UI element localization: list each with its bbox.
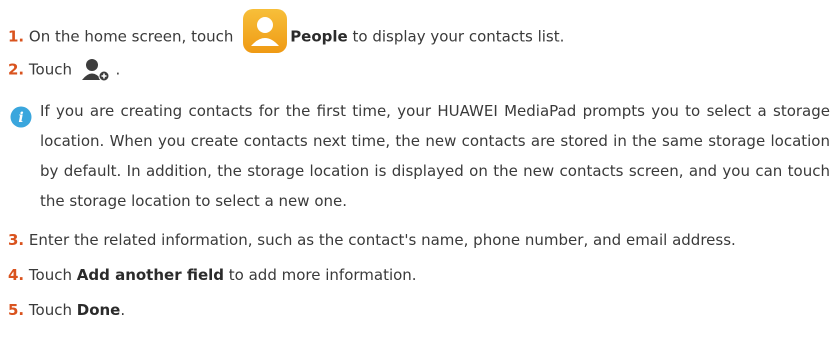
step-bold-label: Add another field <box>76 266 224 284</box>
step-1: 1. On the home screen, touch People to d… <box>8 9 565 60</box>
step-number: 5. <box>8 301 25 319</box>
step-number: 1. <box>8 27 25 46</box>
step-bold-label: Done <box>76 301 121 319</box>
step-text-after: to display your contacts list. <box>352 27 565 46</box>
svg-text:i: i <box>18 110 23 126</box>
step-5: 5. Touch Done. <box>8 300 125 320</box>
step-text-after: . <box>120 301 126 319</box>
step-number: 4. <box>8 266 25 284</box>
info-icon: i <box>10 106 32 128</box>
step-text: Enter the related information, such as t… <box>28 231 736 249</box>
step-text: Touch <box>28 60 72 79</box>
note-text: If you are creating contacts for the fir… <box>40 102 830 210</box>
step-bold-label: People <box>290 27 348 46</box>
step-text-after: to add more information. <box>228 266 417 284</box>
step-4: 4. Touch Add another field to add more i… <box>8 265 417 285</box>
step-number: 2. <box>8 60 25 79</box>
step-text: Touch <box>28 301 77 319</box>
step-text-after: . <box>115 60 121 79</box>
people-app-icon <box>243 9 288 53</box>
step-3: 3. Enter the related information, such a… <box>8 230 736 250</box>
step-number: 3. <box>8 231 25 249</box>
step-text: Touch <box>28 266 72 284</box>
step-2-final: 2. Touch . <box>8 58 120 82</box>
add-contact-icon <box>81 59 110 82</box>
step-text: On the home screen, touch <box>28 27 234 46</box>
